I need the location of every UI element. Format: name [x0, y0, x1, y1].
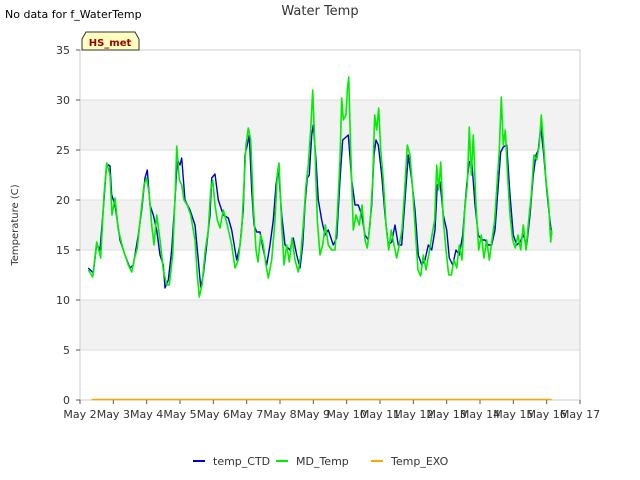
badge-label: HS_met [89, 38, 132, 49]
legend-item-temp-ctd: temp_CTD [193, 455, 270, 468]
x-tick-label: May 7 [230, 408, 263, 421]
y-axis-label: Temperature (C) [10, 184, 21, 266]
y-tick-label: 10 [56, 294, 70, 307]
x-tick-label: May 17 [560, 408, 600, 421]
x-tick-label: May 9 [297, 408, 330, 421]
grid-band [80, 100, 580, 150]
y-tick-label: 25 [56, 144, 70, 157]
x-tick-label: May 6 [197, 408, 230, 421]
hs-met-badge: HS_met [81, 31, 140, 51]
legend-label: temp_CTD [213, 455, 270, 468]
x-tick-label: May 5 [163, 408, 196, 421]
y-tick-label: 0 [63, 394, 70, 407]
x-tick-label: May 2 [63, 408, 96, 421]
legend: temp_CTD MD_Temp Temp_EXO [193, 455, 449, 468]
y-tick-label: 15 [56, 244, 70, 257]
legend-item-md-temp: MD_Temp [276, 455, 349, 468]
grid-band [80, 300, 580, 350]
y-tick-label: 30 [56, 94, 70, 107]
y-tick-label: 5 [63, 344, 70, 357]
legend-label: MD_Temp [296, 455, 349, 468]
y-tick-label: 20 [56, 194, 70, 207]
water-temp-chart: 0 5 10 15 20 25 30 35 May 2 May 3 May 4 May 5 May 6… [10, 4, 600, 468]
y-tick-label: 35 [56, 44, 70, 57]
y-axis-ticks: 0 5 10 15 20 25 30 35 [56, 44, 80, 407]
x-tick-label: May 4 [130, 408, 163, 421]
x-tick-label: May 8 [263, 408, 296, 421]
x-axis-ticks: May 2 May 3 May 4 May 5 May 6 May 7 May 8 May 9… [63, 400, 600, 421]
legend-item-temp-exo: Temp_EXO [371, 455, 449, 468]
chart-title: Water Temp [281, 4, 358, 19]
x-tick-label: May 3 [97, 408, 130, 421]
legend-label: Temp_EXO [390, 455, 449, 468]
